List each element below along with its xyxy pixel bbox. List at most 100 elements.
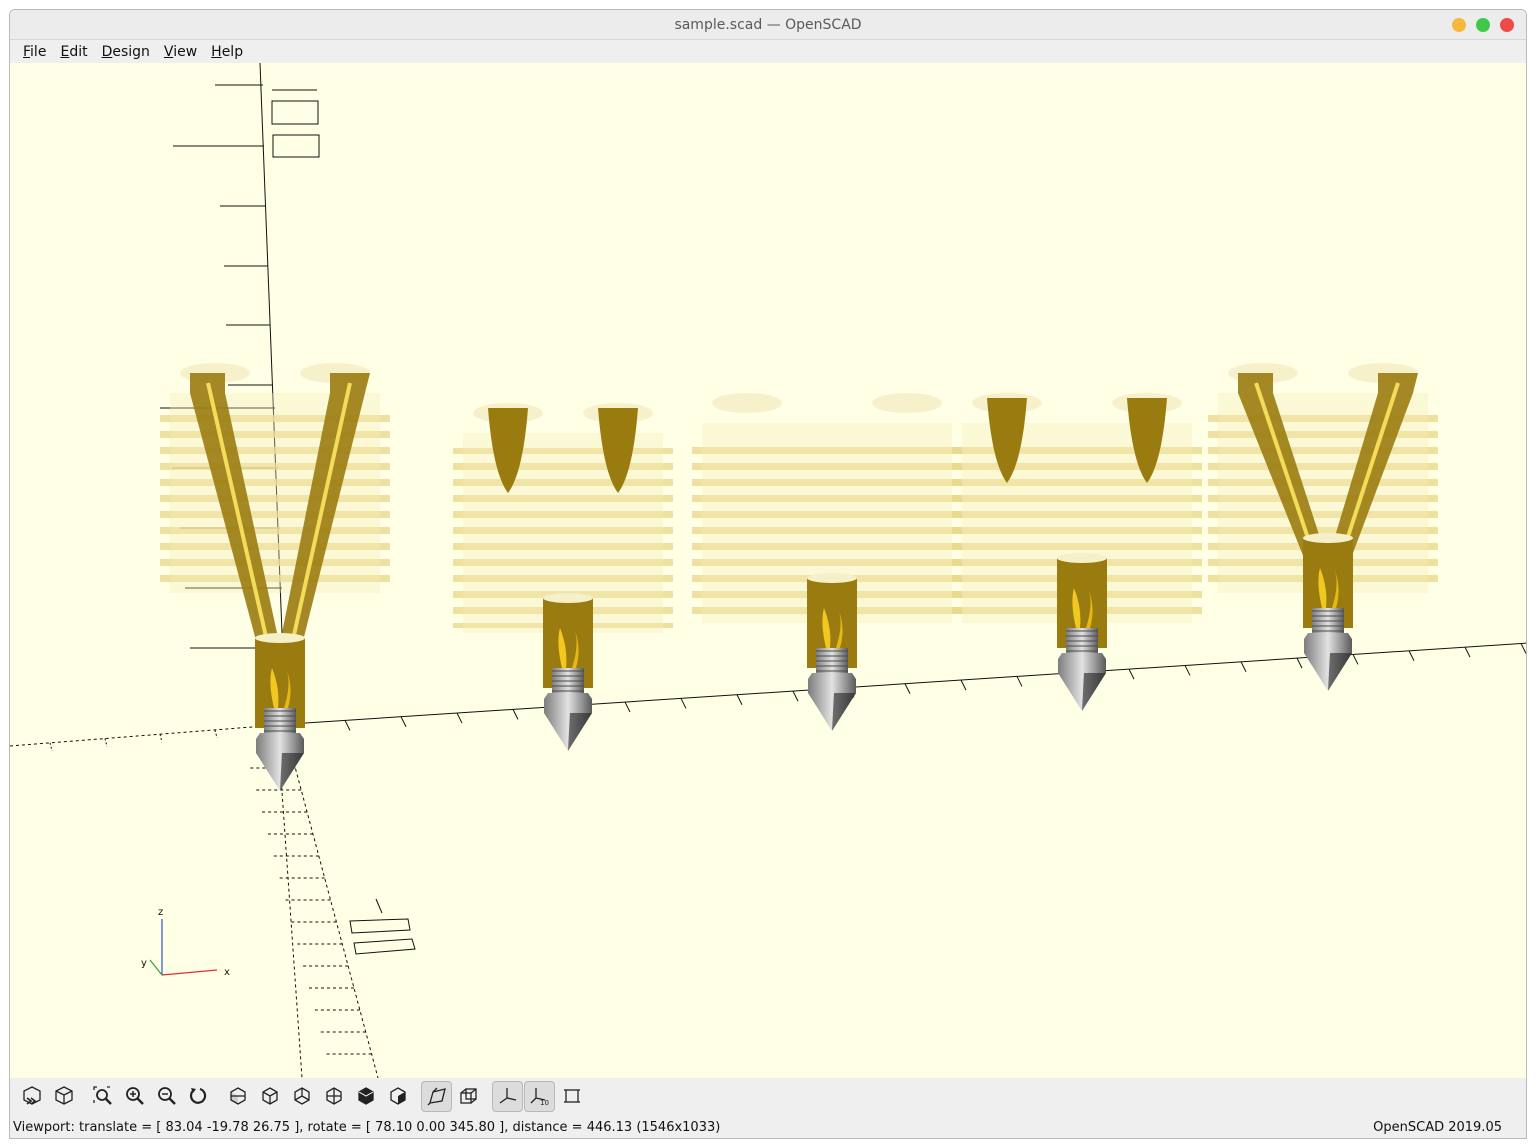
show-scale-markers-icon: 10 xyxy=(530,1088,549,1107)
hotend-model xyxy=(453,403,673,751)
x-axis-tick xyxy=(792,690,799,702)
reset-view-button[interactable] xyxy=(183,1081,214,1112)
x-axis-tick xyxy=(512,709,519,720)
nozzle-thread xyxy=(1312,608,1344,636)
menu-design[interactable]: Design xyxy=(95,44,157,60)
show-scale-markers-button[interactable]: 10 xyxy=(524,1080,555,1112)
nozzle-hex xyxy=(1058,653,1106,673)
nozzle-tip-shadow xyxy=(280,753,304,791)
svg-text:10: 10 xyxy=(540,1099,549,1107)
hotend-models xyxy=(160,363,1438,791)
x-axis-tick xyxy=(1464,646,1471,658)
window-controls xyxy=(1452,18,1514,32)
zoom-out-button[interactable] xyxy=(151,1081,182,1112)
axis-label-x: x xyxy=(224,967,230,978)
view-back-icon xyxy=(389,1087,406,1105)
x-axis xyxy=(10,642,1526,747)
close-button[interactable] xyxy=(1500,18,1514,32)
reset-view-icon xyxy=(189,1087,206,1104)
zoom-in-button[interactable] xyxy=(119,1081,150,1112)
show-edges-button[interactable] xyxy=(556,1081,587,1112)
x-axis-tick xyxy=(344,720,351,731)
viewport-canvas[interactable]: x z y xyxy=(10,63,1527,1078)
nozzle-thread xyxy=(264,708,296,736)
x-axis-tick xyxy=(624,701,631,713)
show-axes-icon xyxy=(499,1088,516,1104)
axis-indicator: x z y xyxy=(141,907,230,978)
orthogonal-icon xyxy=(459,1088,477,1104)
heater-block-top xyxy=(543,593,593,603)
nozzle-thread xyxy=(552,668,584,696)
scale-marker xyxy=(349,898,416,955)
title-bar: sample.scad — OpenSCAD xyxy=(10,10,1526,40)
filament-inlet xyxy=(712,393,782,413)
view-left-button[interactable] xyxy=(318,1081,349,1112)
nozzle-tip-shadow xyxy=(568,713,592,751)
x-axis-tick xyxy=(680,698,687,709)
hotend-model xyxy=(692,393,962,731)
hotend-model xyxy=(1208,363,1438,691)
heater-block-top xyxy=(255,633,305,643)
hotend-model xyxy=(160,363,390,791)
x-axis-tick xyxy=(1296,657,1303,669)
x-axis-tick xyxy=(1352,654,1359,665)
nozzle-hex xyxy=(1304,633,1352,653)
view-bottom-button[interactable] xyxy=(286,1081,317,1112)
nozzle-tip-shadow xyxy=(832,693,856,731)
menu-bar: File Edit Design View Help xyxy=(10,40,1526,63)
view-bottom-icon xyxy=(293,1087,310,1105)
render-icon xyxy=(54,1086,73,1105)
status-bar: Viewport: translate = [ 83.04 -19.78 26.… xyxy=(10,1116,1526,1138)
x-axis-tick xyxy=(1240,661,1247,673)
x-axis-tick xyxy=(400,716,407,727)
filament-inlet xyxy=(872,393,942,413)
perspective-button[interactable] xyxy=(421,1080,452,1112)
view-back-button[interactable] xyxy=(382,1081,413,1112)
minimize-button[interactable] xyxy=(1452,18,1466,32)
x-axis-tick xyxy=(456,712,463,724)
preview-button[interactable] xyxy=(16,1081,47,1112)
axis-label-z: z xyxy=(158,907,163,918)
nozzle-hex xyxy=(256,733,304,753)
nozzle-hex xyxy=(544,693,592,713)
x-axis-tick xyxy=(49,742,53,751)
x-axis-tick xyxy=(104,738,108,747)
view-toolbar: 10 xyxy=(10,1078,1526,1114)
maximize-button[interactable] xyxy=(1476,18,1490,32)
heater-block-top xyxy=(807,573,857,583)
menu-view[interactable]: View xyxy=(157,44,204,60)
menu-file[interactable]: File xyxy=(16,44,53,60)
heater-block-top xyxy=(1303,533,1353,543)
zoom-in-icon xyxy=(125,1087,144,1105)
menu-help[interactable]: Help xyxy=(204,44,250,60)
view-left-icon xyxy=(325,1087,342,1105)
x-axis-tick xyxy=(214,729,218,739)
orthogonal-button[interactable] xyxy=(453,1081,484,1112)
zoom-out-icon xyxy=(157,1087,176,1105)
view-right-icon xyxy=(229,1087,246,1105)
view-front-button[interactable] xyxy=(350,1081,381,1112)
x-axis-tick xyxy=(904,683,911,694)
view-top-icon xyxy=(261,1087,278,1105)
preview-icon xyxy=(22,1086,41,1105)
view-right-button[interactable] xyxy=(222,1081,253,1112)
view-front-icon xyxy=(357,1087,374,1105)
menu-edit[interactable]: Edit xyxy=(53,44,94,60)
hotend-model xyxy=(952,393,1202,711)
show-axes-button[interactable] xyxy=(492,1080,523,1112)
nozzle-thread xyxy=(816,648,848,676)
view-top-button[interactable] xyxy=(254,1081,285,1112)
perspective-icon xyxy=(427,1087,446,1106)
viewport-info: Viewport: translate = [ 83.04 -19.78 26.… xyxy=(13,1119,721,1135)
render-button[interactable] xyxy=(48,1081,79,1112)
3d-viewport[interactable]: x z y xyxy=(10,63,1527,1078)
heater-block-top xyxy=(1057,553,1107,563)
nozzle-tip-shadow xyxy=(1082,673,1106,711)
x-axis-tick xyxy=(960,679,967,691)
openscad-window: sample.scad — OpenSCAD File Edit Design … xyxy=(9,9,1527,1139)
x-axis-tick xyxy=(1128,668,1135,680)
nozzle-thread xyxy=(1066,628,1098,656)
window-title: sample.scad — OpenSCAD xyxy=(674,16,862,33)
x-axis-tick xyxy=(159,734,163,743)
view-all-button[interactable] xyxy=(87,1081,118,1112)
